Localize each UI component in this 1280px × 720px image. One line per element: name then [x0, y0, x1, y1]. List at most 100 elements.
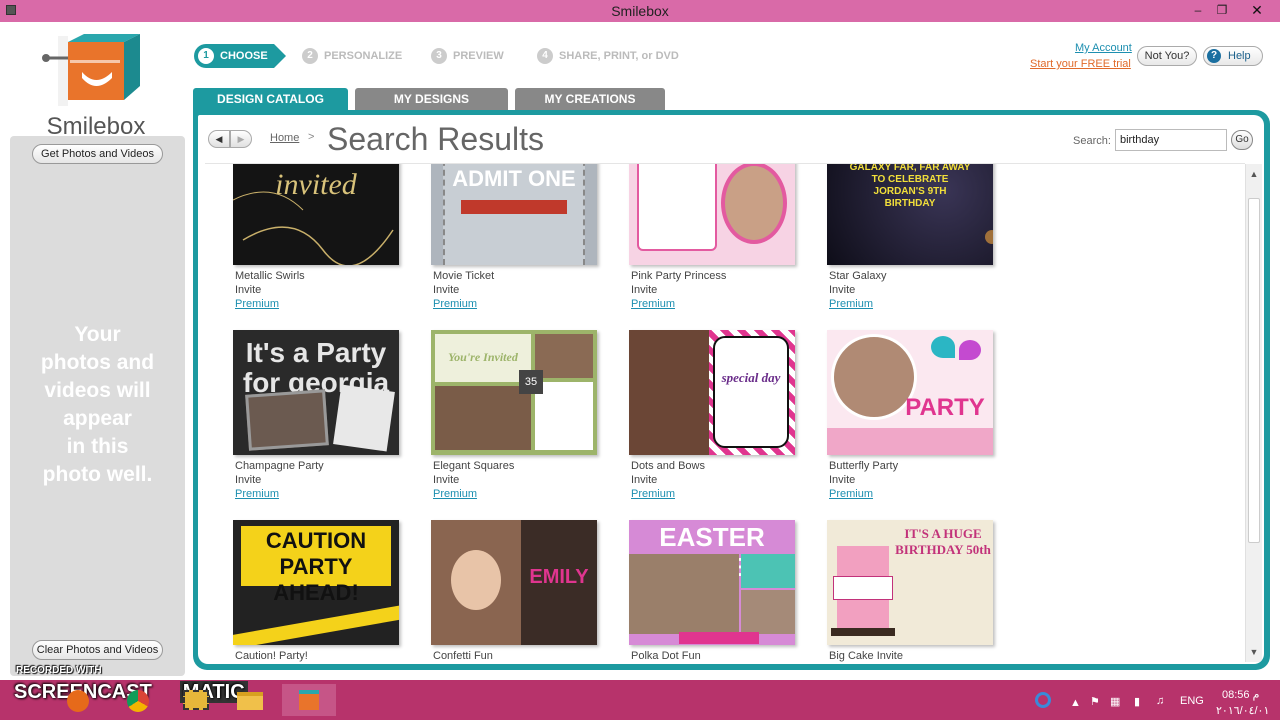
design-type: Invite [631, 284, 658, 296]
design-name: Metallic Swirls [235, 270, 305, 282]
tray-arrow-icon[interactable]: ▲ [1070, 697, 1081, 709]
step-label: PREVIEW [453, 50, 504, 62]
not-you-button[interactable]: Not You? [1137, 46, 1197, 66]
scroll-up-icon[interactable]: ▲ [1248, 168, 1260, 180]
design-name: Elegant Squares [433, 460, 515, 472]
breadcrumb-home-link[interactable]: Home [270, 132, 299, 144]
tab-my-designs[interactable]: MY DESIGNS [355, 88, 508, 110]
title-bar: Smilebox – ❐ ✕ [0, 0, 1280, 22]
design-name: Big Cake Invite [829, 650, 903, 662]
design-name: Confetti Fun [433, 650, 493, 662]
premium-link[interactable]: Premium [433, 488, 477, 500]
forward-icon[interactable]: ▶ [230, 130, 252, 148]
step-label: SHARE, PRINT, or DVD [559, 50, 679, 62]
design-name: Movie Ticket [433, 270, 495, 282]
design-name: Dots and Bows [631, 460, 705, 472]
premium-link[interactable]: Premium [829, 488, 873, 500]
firefox-icon[interactable] [60, 684, 96, 716]
thumb-art-text: CAUTION PARTY AHEAD! [265, 528, 367, 605]
my-account-link[interactable]: My Account [1075, 42, 1132, 54]
recorder-watermark: RECORDED WITH [16, 665, 102, 676]
smilebox-taskbar-icon[interactable] [282, 684, 336, 716]
start-icon[interactable] [0, 684, 46, 716]
chrome-icon[interactable] [120, 684, 156, 716]
design-thumbnail[interactable]: It's a Party for georgia [233, 330, 399, 455]
photo-well-message: Your photos and videos will appear in th… [10, 321, 185, 489]
design-type: Invite [631, 474, 658, 486]
step-number: 3 [431, 48, 447, 64]
search-input[interactable] [1115, 129, 1227, 151]
clock-date[interactable]: ٢٠١٦/٠٤/٠١ [1216, 704, 1269, 717]
premium-link[interactable]: Premium [433, 298, 477, 310]
design-thumbnail[interactable]: invited [233, 164, 399, 265]
thumb-art-text: EMILY [529, 566, 589, 588]
thumb-art-text: IT'S A HUGE BIRTHDAY 50th [895, 526, 991, 557]
design-name: Butterfly Party [829, 460, 899, 472]
help-button[interactable]: ? Help [1203, 46, 1263, 66]
photo-well[interactable]: Get Photos and Videos Your photos and vi… [10, 136, 185, 676]
step-number: 4 [537, 48, 553, 64]
thumb-art-text: GALAXY FAR, FAR AWAY TO CELEBRATE JORDAN… [849, 164, 971, 209]
search-label: Search: [1073, 135, 1111, 147]
free-trial-link[interactable]: Start your FREE trial [1030, 58, 1131, 70]
design-type: Invite [829, 474, 856, 486]
photo-well-line: Your [74, 323, 121, 346]
design-thumbnail[interactable]: GALAXY FAR, FAR AWAY TO CELEBRATE JORDAN… [827, 164, 993, 265]
design-name: Caution! Party! [235, 650, 308, 662]
volume-icon[interactable]: ♫ [1156, 695, 1164, 707]
signal-icon[interactable]: ▮ [1134, 695, 1140, 708]
design-thumbnail[interactable]: EASTER WISHES [629, 520, 795, 645]
premium-link[interactable]: Premium [235, 488, 279, 500]
design-thumbnail[interactable]: CAUTION PARTY AHEAD! [233, 520, 399, 645]
help-icon: ? [1207, 49, 1221, 63]
step-label: CHOOSE [220, 50, 268, 62]
windows-icon[interactable]: ▦ [1110, 695, 1120, 708]
smilebox-logo: Smilebox [40, 34, 152, 144]
step-share[interactable]: 4 SHARE, PRINT, or DVD [537, 44, 697, 68]
design-type: Invite [235, 284, 262, 296]
close-icon[interactable]: ✕ [1242, 1, 1272, 21]
language-indicator[interactable]: ENG [1180, 695, 1204, 707]
page-title: Search Results [327, 121, 544, 157]
step-choose[interactable]: 1 CHOOSE [194, 44, 274, 68]
scroll-down-icon[interactable]: ▼ [1248, 646, 1260, 658]
vertical-scrollbar[interactable]: ▲ ▼ [1245, 164, 1262, 662]
minimize-icon[interactable]: – [1186, 1, 1210, 21]
maximize-icon[interactable]: ❐ [1210, 1, 1234, 21]
get-photos-button[interactable]: Get Photos and Videos [32, 144, 163, 164]
premium-link[interactable]: Premium [631, 298, 675, 310]
design-name: Polka Dot Fun [631, 650, 701, 662]
thumb-art-text: ADMIT ONE [452, 166, 576, 191]
step-preview[interactable]: 3 PREVIEW [431, 44, 531, 68]
design-thumbnail[interactable]: ADMIT ONE [431, 164, 597, 265]
premium-link[interactable]: Premium [829, 298, 873, 310]
tab-my-creations[interactable]: MY CREATIONS [515, 88, 665, 110]
design-thumbnail[interactable]: You're Invited 35 [431, 330, 597, 455]
design-thumbnail[interactable]: PARTY [827, 330, 993, 455]
thumb-art-text: You're Invited [448, 350, 518, 364]
photo-well-line: in this [66, 435, 129, 458]
network-icon[interactable] [1030, 684, 1056, 716]
step-personalize[interactable]: 2 PERSONALIZE [302, 44, 422, 68]
recorder-icon[interactable] [178, 684, 214, 716]
clear-photos-button[interactable]: Clear Photos and Videos [32, 640, 163, 660]
design-thumbnail[interactable]: special day [629, 330, 795, 455]
breadcrumb-separator: > [308, 131, 315, 143]
step-arrow-icon [274, 44, 286, 68]
file-explorer-icon[interactable] [232, 684, 268, 716]
action-center-icon[interactable]: ⚑ [1090, 695, 1100, 708]
tab-design-catalog[interactable]: DESIGN CATALOG [193, 88, 348, 110]
design-thumbnail[interactable] [629, 164, 795, 265]
clock-time[interactable]: 08:56 م [1222, 688, 1259, 701]
design-thumbnail[interactable]: EMILY [431, 520, 597, 645]
premium-link[interactable]: Premium [631, 488, 675, 500]
go-button[interactable]: Go [1231, 130, 1253, 150]
step-number: 2 [302, 48, 318, 64]
photo-well-line: appear [63, 407, 132, 430]
design-type: Invite [829, 284, 856, 296]
back-icon[interactable]: ◀ [208, 130, 230, 148]
scroll-thumb[interactable] [1248, 198, 1260, 543]
design-type: Invite [433, 284, 460, 296]
design-thumbnail[interactable]: IT'S A HUGE BIRTHDAY 50th [827, 520, 993, 645]
premium-link[interactable]: Premium [235, 298, 279, 310]
